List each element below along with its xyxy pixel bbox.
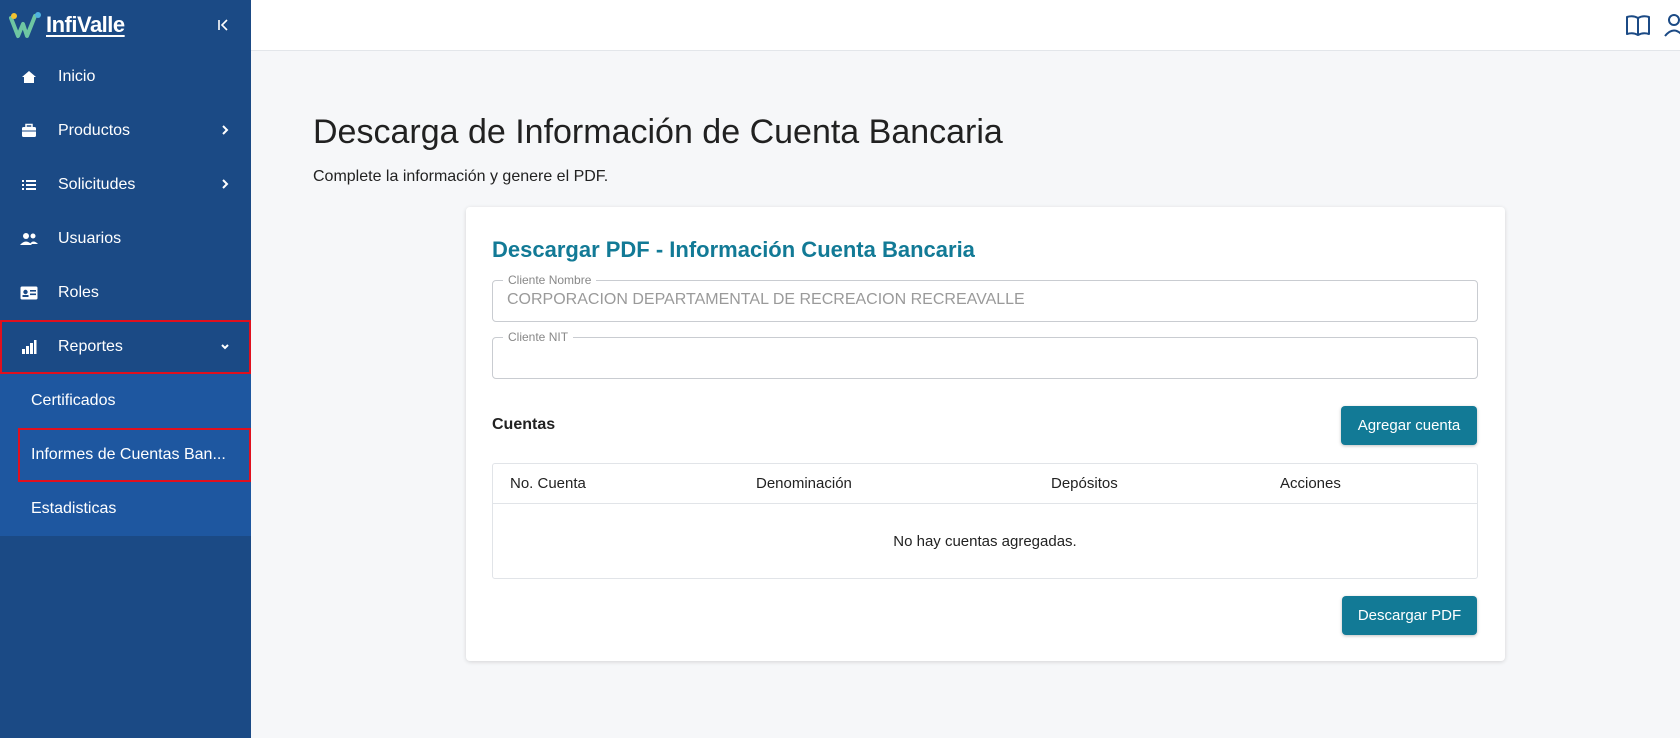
- sidebar-item-reportes[interactable]: Reportes: [0, 320, 251, 374]
- empty-table-message: No hay cuentas agregadas.: [893, 532, 1077, 550]
- reportes-submenu: Certificados Informes de Cuentas Ban... …: [0, 374, 251, 536]
- submenu-item-estadisticas[interactable]: Estadisticas: [0, 482, 251, 536]
- sidebar-item-roles[interactable]: Roles: [0, 266, 251, 320]
- client-nit-label: Cliente NIT: [503, 330, 574, 344]
- accounts-label: Cuentas: [492, 416, 556, 433]
- logo[interactable]: InfiValle: [8, 10, 125, 40]
- collapse-left-icon: [218, 19, 228, 31]
- users-icon: [20, 230, 38, 248]
- book-icon[interactable]: [1624, 11, 1652, 39]
- submenu-item-label: Estadisticas: [31, 500, 117, 517]
- sidebar-item-solicitudes[interactable]: Solicitudes: [0, 158, 251, 212]
- card-title: Descargar PDF - Información Cuenta Banca…: [492, 237, 975, 262]
- sidebar: InfiValle Inicio Productos Solicitudes U…: [0, 0, 251, 738]
- submenu-item-informes-cuentas[interactable]: Informes de Cuentas Ban...: [18, 428, 251, 482]
- submenu-item-certificados[interactable]: Certificados: [0, 374, 251, 428]
- client-nit-field[interactable]: Cliente NIT: [492, 330, 1478, 379]
- download-pdf-button[interactable]: Descargar PDF: [1342, 596, 1477, 635]
- sidebar-item-label: Productos: [58, 122, 131, 139]
- column-header: Depósitos: [1051, 475, 1118, 492]
- sidebar-item-productos[interactable]: Productos: [0, 104, 251, 158]
- chevron-right-icon: [222, 179, 229, 189]
- home-icon: [20, 68, 38, 86]
- id-card-icon: [20, 284, 38, 302]
- add-account-button[interactable]: Agregar cuenta: [1341, 406, 1477, 445]
- sidebar-item-usuarios[interactable]: Usuarios: [0, 212, 251, 266]
- sidebar-item-label: Roles: [58, 284, 99, 301]
- table-header: No. Cuenta Denominación Depósitos Accion…: [493, 464, 1477, 504]
- briefcase-icon: [20, 122, 38, 140]
- client-name-field[interactable]: Cliente Nombre: [492, 273, 1478, 322]
- sidebar-item-label: Inicio: [58, 68, 96, 85]
- topbar-actions: [1624, 11, 1680, 39]
- download-card: Descargar PDF - Información Cuenta Banca…: [466, 207, 1505, 661]
- column-header: Acciones: [1280, 475, 1341, 492]
- client-name-label: Cliente Nombre: [503, 273, 597, 287]
- column-header: No. Cuenta: [510, 475, 586, 492]
- list-icon: [20, 176, 38, 194]
- client-nit-input[interactable]: [507, 348, 1457, 366]
- page-title: Descarga de Información de Cuenta Bancar…: [313, 113, 1003, 151]
- main-content: Descarga de Información de Cuenta Bancar…: [251, 51, 1680, 738]
- sidebar-brand: InfiValle: [0, 0, 251, 50]
- sidebar-item-label: Usuarios: [58, 230, 122, 247]
- brand-name: InfiValle: [46, 12, 125, 37]
- user-icon[interactable]: [1664, 11, 1680, 39]
- topbar: [251, 0, 1680, 51]
- accounts-table: No. Cuenta Denominación Depósitos Accion…: [492, 463, 1478, 579]
- sidebar-item-inicio[interactable]: Inicio: [0, 50, 251, 104]
- logo-icon: [9, 12, 41, 38]
- chevron-right-icon: [222, 125, 229, 135]
- column-header: Denominación: [756, 475, 852, 492]
- submenu-item-label: Certificados: [31, 392, 116, 409]
- sidebar-item-label: Reportes: [58, 338, 123, 355]
- collapse-sidebar-button[interactable]: [213, 15, 233, 35]
- submenu-item-label: Informes de Cuentas Ban...: [31, 446, 226, 463]
- sidebar-item-label: Solicitudes: [58, 176, 136, 193]
- chevron-down-icon: [221, 344, 229, 350]
- client-name-input[interactable]: [507, 291, 1457, 309]
- chart-icon: [20, 338, 38, 356]
- page-subtitle: Complete la información y genere el PDF.: [313, 168, 609, 185]
